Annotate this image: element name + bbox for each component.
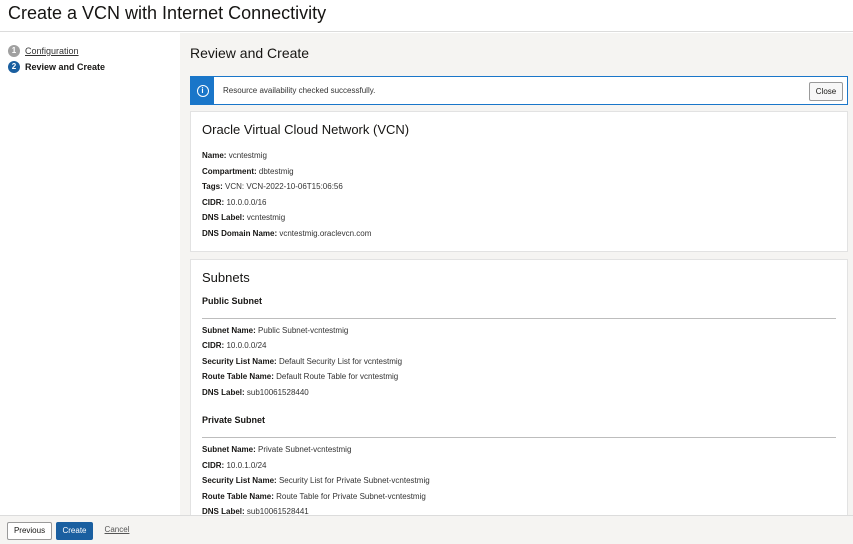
subnets-card: Subnets Public Subnet Subnet Name: Publi… <box>190 259 848 515</box>
public-subnet-dns-label-row: DNS Label: sub10061528440 <box>202 388 309 397</box>
cancel-link[interactable]: Cancel <box>101 522 133 540</box>
vcn-dns-label-row: DNS Label: vcntestmig <box>202 213 286 222</box>
vcn-name-row: Name: vcntestmig <box>202 151 267 160</box>
step-label[interactable]: Configuration <box>25 46 79 56</box>
public-subnet-security-list-row: Security List Name: Default Security Lis… <box>202 357 403 366</box>
step-number-badge: 2 <box>8 61 20 73</box>
private-subnet-security-list-row: Security List Name: Security List for Pr… <box>202 476 430 485</box>
page-header: Create a VCN with Internet Connectivity <box>0 0 853 32</box>
subnets-card-title: Subnets <box>202 270 250 285</box>
public-subnet-cidr-row: CIDR: 10.0.0.0/24 <box>202 341 267 350</box>
previous-button[interactable]: Previous <box>7 522 52 540</box>
close-button[interactable]: Close <box>809 82 843 101</box>
vcn-card-title: Oracle Virtual Cloud Network (VCN) <box>202 122 410 137</box>
private-subnet-name-row: Subnet Name: Private Subnet-vcntestmig <box>202 445 352 454</box>
info-alert: i Resource availability checked successf… <box>190 76 848 105</box>
vcn-dns-domain-row: DNS Domain Name: vcntestmig.oraclevcn.co… <box>202 229 372 238</box>
step-number-badge: 1 <box>8 45 20 57</box>
step-label: Review and Create <box>25 62 106 72</box>
wizard-footer: Previous Create Cancel <box>0 515 853 544</box>
alert-message: Resource availability checked successful… <box>223 86 376 95</box>
step-review-and-create: 2 Review and Create <box>8 60 105 74</box>
divider <box>202 437 836 438</box>
alert-icon-bar: i <box>191 77 214 104</box>
wizard-steps: 1 Configuration 2 Review and Create <box>0 33 180 515</box>
page-title: Create a VCN with Internet Connectivity <box>8 3 327 23</box>
info-icon: i <box>196 84 209 97</box>
divider <box>202 318 836 319</box>
step-configuration[interactable]: 1 Configuration <box>8 44 79 58</box>
vcn-cidr-row: CIDR: 10.0.0.0/16 <box>202 198 267 207</box>
public-subnet-route-table-row: Route Table Name: Default Route Table fo… <box>202 372 399 381</box>
main-content[interactable]: Review and Create i Resource availabilit… <box>180 33 853 515</box>
vcn-tags-row: Tags: VCN: VCN-2022-10-06T15:06:56 <box>202 182 343 191</box>
create-button[interactable]: Create <box>56 522 93 540</box>
section-title: Review and Create <box>190 45 310 61</box>
private-subnet-route-table-row: Route Table Name: Route Table for Privat… <box>202 492 426 501</box>
public-subnet-name-row: Subnet Name: Public Subnet-vcntestmig <box>202 326 349 335</box>
vcn-summary-card: Oracle Virtual Cloud Network (VCN) Name:… <box>190 111 848 252</box>
private-subnet-cidr-row: CIDR: 10.0.1.0/24 <box>202 461 267 470</box>
vcn-compartment-row: Compartment: dbtestmig <box>202 167 294 176</box>
public-subnet-heading: Public Subnet <box>202 296 263 306</box>
private-subnet-heading: Private Subnet <box>202 415 266 425</box>
private-subnet-dns-label-row: DNS Label: sub10061528441 <box>202 507 309 515</box>
